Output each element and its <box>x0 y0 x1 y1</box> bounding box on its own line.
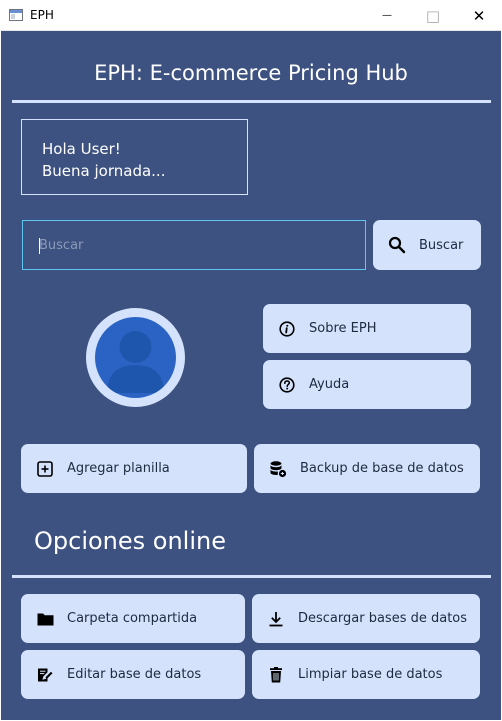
clear-database-button[interactable]: Limpiar base de datos <box>252 650 480 699</box>
about-button-label: Sobre EPH <box>309 321 377 336</box>
greeting-line-2: Buena jornada... <box>42 162 166 180</box>
download-databases-button-label: Descargar bases de datos <box>298 611 468 626</box>
help-icon <box>278 376 296 394</box>
download-icon <box>267 610 285 628</box>
online-options-title: Opciones online <box>34 527 226 555</box>
user-icon <box>95 317 176 398</box>
search-icon <box>388 236 406 254</box>
greeting-box: Hola User! Buena jornada... <box>21 119 248 195</box>
add-sheet-button[interactable]: Agregar planilla <box>21 444 247 493</box>
search-input[interactable] <box>23 221 365 269</box>
clear-database-button-label: Limpiar base de datos <box>298 667 443 682</box>
help-button[interactable]: Ayuda <box>263 360 471 409</box>
about-button[interactable]: Sobre EPH <box>263 304 471 353</box>
avatar <box>86 308 185 407</box>
window-title: EPH <box>30 8 54 22</box>
trash-icon <box>267 666 285 684</box>
online-divider <box>12 575 491 578</box>
shared-folder-button-label: Carpeta compartida <box>67 611 198 626</box>
maximize-button[interactable]: □ <box>410 0 456 31</box>
close-button[interactable]: ✕ <box>456 0 502 31</box>
edit-database-button[interactable]: Editar base de datos <box>21 650 245 699</box>
main-panel: EPH: E-commerce Pricing Hub Hola User! B… <box>1 31 501 720</box>
minimize-button[interactable]: — <box>364 0 410 31</box>
help-button-label: Ayuda <box>309 377 350 392</box>
folder-icon <box>36 610 54 628</box>
backup-database-button-label: Backup de base de datos <box>300 461 464 476</box>
header-divider <box>12 100 491 103</box>
add-sheet-button-label: Agregar planilla <box>67 461 170 476</box>
search-button[interactable]: Buscar <box>373 220 481 270</box>
search-field[interactable] <box>22 220 366 270</box>
window-titlebar: EPH — □ ✕ <box>0 0 502 31</box>
shared-folder-button[interactable]: Carpeta compartida <box>21 594 245 643</box>
search-button-label: Buscar <box>419 237 464 253</box>
text-caret <box>39 238 40 254</box>
app-window-icon <box>9 9 23 21</box>
database-icon <box>269 460 287 478</box>
app-title: EPH: E-commerce Pricing Hub <box>94 61 408 85</box>
greeting-line-1: Hola User! <box>42 140 121 158</box>
edit-database-button-label: Editar base de datos <box>67 667 202 682</box>
info-icon <box>278 320 296 338</box>
download-databases-button[interactable]: Descargar bases de datos <box>252 594 480 643</box>
backup-database-button[interactable]: Backup de base de datos <box>254 444 480 493</box>
edit-icon <box>36 666 54 684</box>
plus-square-icon <box>36 460 54 478</box>
